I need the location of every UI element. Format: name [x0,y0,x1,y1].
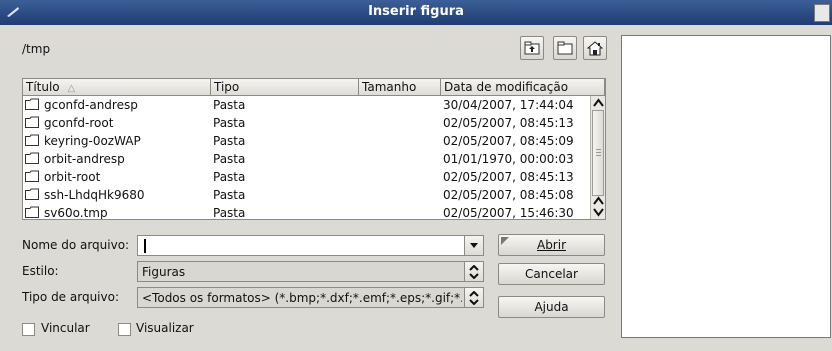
title-bar: Inserir figura [0,0,832,25]
chevron-down-icon [470,243,478,248]
cancel-button[interactable]: Cancelar [498,263,605,285]
filetype-label: Tipo de arquivo: [22,290,120,304]
preview-pane [621,35,831,338]
style-value: Figuras [142,265,186,279]
current-path: /tmp [22,42,51,56]
scroll-up-icon[interactable] [593,98,604,108]
row-date: 02/05/2007, 15:46:30 [443,206,574,220]
row-type: Pasta [213,134,246,148]
filename-input[interactable] [137,235,484,256]
scroll-down-icon[interactable] [593,207,604,217]
filename-label: Nome do arquivo: [22,238,130,252]
column-header-date[interactable]: Data de modificação [441,79,605,96]
up-folder-button[interactable] [520,36,544,60]
filetype-spin-button[interactable] [464,288,483,307]
table-row[interactable]: orbit-andresp Pasta 01/01/1970, 00:00:03 [23,150,590,168]
row-type: Pasta [213,206,246,220]
up-folder-icon [524,41,540,55]
row-date: 02/05/2007, 08:45:13 [443,116,574,130]
folder-icon [25,98,39,110]
table-row[interactable]: orbit-root Pasta 02/05/2007, 08:45:13 [23,168,590,186]
folder-icon [25,188,39,200]
style-spin-button[interactable] [464,262,483,281]
row-type: Pasta [213,188,246,202]
new-folder-button[interactable] [553,36,577,60]
row-type: Pasta [213,116,246,130]
text-cursor [144,239,146,253]
vertical-scrollbar[interactable] [590,96,605,219]
row-name: gconfd-root [44,116,114,130]
row-name: sv60o.tmp [44,206,108,220]
filetype-select[interactable]: <Todos os formatos> (*.bmp;*.dxf;*.emf;*… [137,287,484,308]
table-row[interactable]: gconfd-root Pasta 02/05/2007, 08:45:13 [23,114,590,132]
row-name: gconfd-andresp [44,98,138,112]
scroll-thumb[interactable] [592,110,604,196]
link-checkbox-label[interactable]: Vincular [41,321,90,335]
row-date: 02/05/2007, 08:45:08 [443,188,574,202]
row-date: 01/01/1970, 00:00:03 [443,152,574,166]
open-button[interactable]: Abrir [498,234,605,256]
folder-icon [25,134,39,146]
folder-icon [25,170,39,182]
table-row[interactable]: gconfd-andresp Pasta 30/04/2007, 17:44:0… [23,96,590,114]
row-type: Pasta [213,152,246,166]
window-title: Inserir figura [368,4,464,19]
preview-checkbox[interactable] [118,323,131,336]
help-button[interactable]: Ajuda [498,296,605,318]
table-row[interactable]: sv60o.tmp Pasta 02/05/2007, 15:46:30 [23,204,590,220]
home-button[interactable] [583,36,607,60]
folder-icon [25,116,39,128]
style-label: Estilo: [22,264,59,278]
column-header-type[interactable]: Tipo [211,79,359,96]
row-name: orbit-root [44,170,101,184]
row-date: 02/05/2007, 08:45:09 [443,134,574,148]
column-header-size[interactable]: Tamanho [359,79,441,96]
filetype-value: <Todos os formatos> (*.bmp;*.dxf;*.emf;*… [142,291,462,305]
row-name: orbit-andresp [44,152,125,166]
scroll-up-icon[interactable] [593,196,604,206]
link-checkbox[interactable] [22,323,35,336]
preview-checkbox-label[interactable]: Visualizar [136,321,194,335]
table-row[interactable]: ssh-LhdqHk9680 Pasta 02/05/2007, 08:45:0… [23,186,590,204]
row-name: ssh-LhdqHk9680 [44,188,145,202]
row-name: keyring-0ozWAP [44,134,141,148]
close-button[interactable] [814,4,830,22]
default-corner-icon [501,237,509,245]
table-row[interactable]: keyring-0ozWAP Pasta 02/05/2007, 08:45:0… [23,132,590,150]
column-header-title[interactable]: Título △ [23,79,211,96]
file-list[interactable]: Título △ Tipo Tamanho Data de modificaçã… [22,78,606,220]
style-select[interactable]: Figuras [137,261,484,282]
row-type: Pasta [213,98,246,112]
home-icon [587,40,603,55]
folder-icon [25,152,39,164]
sort-ascending-icon: △ [67,83,76,94]
up-down-arrows-icon [469,264,479,279]
up-down-arrows-icon [469,290,479,305]
new-folder-icon [557,41,573,55]
row-date: 02/05/2007, 08:45:13 [443,170,574,184]
folder-icon [25,206,39,218]
row-date: 30/04/2007, 17:44:04 [443,98,574,112]
row-type: Pasta [213,170,246,184]
filename-dropdown-button[interactable] [464,236,483,255]
